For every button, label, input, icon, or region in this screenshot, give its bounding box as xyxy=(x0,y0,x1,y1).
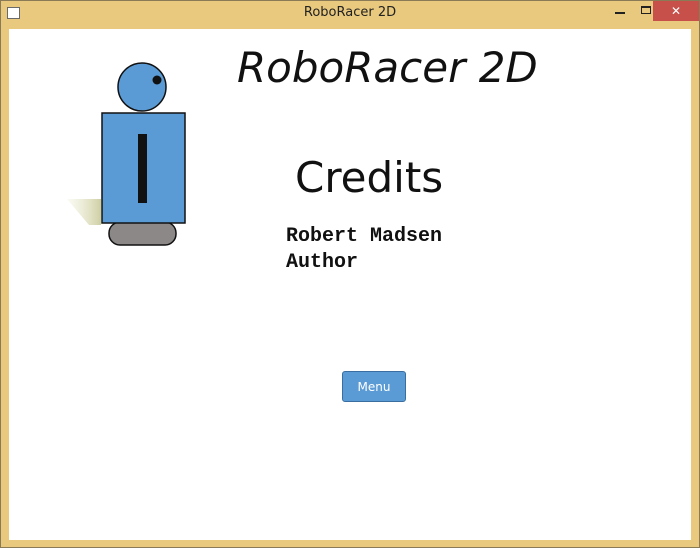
close-icon: ✕ xyxy=(670,4,682,18)
maximize-icon xyxy=(641,6,651,14)
app-window: RoboRacer 2D ✕ RoboRacer 2D Credits Robe… xyxy=(0,0,700,548)
window-title: RoboRacer 2D xyxy=(303,5,397,20)
robot-wheel xyxy=(108,221,177,246)
credits-heading: Credits xyxy=(295,153,444,202)
robot-sprite xyxy=(67,62,186,246)
title-bar[interactable]: RoboRacer 2D ✕ xyxy=(1,1,699,28)
credit-name: Robert Madsen xyxy=(286,225,443,248)
menu-button[interactable]: Menu xyxy=(342,371,406,402)
credit-role: Author xyxy=(286,251,359,274)
minimize-button[interactable] xyxy=(607,1,633,21)
robot-shadow xyxy=(67,199,101,225)
game-canvas: RoboRacer 2D Credits Robert Madsen Autho… xyxy=(9,29,691,540)
game-title: RoboRacer 2D xyxy=(237,43,538,92)
close-button[interactable]: ✕ xyxy=(653,1,699,21)
minimize-icon xyxy=(615,12,625,14)
robot-body-stripe xyxy=(138,134,147,203)
robot-eye xyxy=(152,75,162,85)
robot-head xyxy=(117,62,167,112)
